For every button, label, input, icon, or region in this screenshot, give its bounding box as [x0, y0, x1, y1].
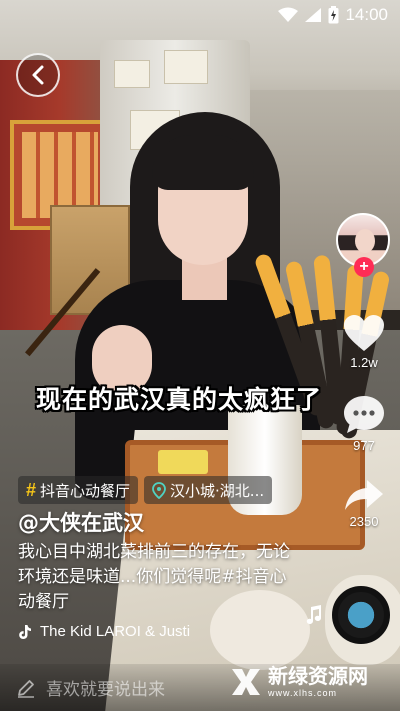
- tiktok-note-icon: [19, 624, 31, 639]
- watermark-url: www.xlhs.com: [268, 688, 338, 698]
- comment-count: 977: [353, 438, 375, 453]
- hashtag-chip[interactable]: # 抖音心动餐厅: [18, 476, 139, 504]
- wifi-icon: [278, 7, 299, 23]
- like-count: 1.2w: [350, 355, 378, 370]
- share-arrow-icon: [345, 480, 383, 510]
- heart-icon: [344, 315, 384, 351]
- location-pin-icon: [152, 481, 166, 499]
- tag-row: # 抖音心动餐厅 汉小城·湖北...: [18, 476, 273, 504]
- scene-food: [158, 450, 208, 474]
- hashtag-label: 抖音心动餐厅: [40, 481, 131, 500]
- author-name[interactable]: @大侠在武汉: [18, 507, 144, 537]
- chevron-left-icon: [32, 65, 44, 85]
- location-chip[interactable]: 汉小城·湖北...: [144, 476, 273, 504]
- video-caption: 现在的武汉真的太疯狂了: [36, 385, 323, 414]
- signal-icon: [304, 7, 322, 23]
- follow-button[interactable]: +: [354, 257, 374, 277]
- music-ticker[interactable]: The Kid LAROI & Justi: [18, 623, 233, 640]
- watermark-logo-icon: [232, 669, 260, 695]
- back-button[interactable]: [16, 53, 60, 97]
- comment-button[interactable]: 977: [328, 394, 400, 453]
- watermark: 新绿资源网 www.xlhs.com: [230, 666, 368, 698]
- like-button[interactable]: 1.2w: [328, 313, 400, 370]
- comment-bubble-icon: [344, 396, 384, 433]
- hashtag-icon: #: [26, 479, 37, 500]
- music-disc-button[interactable]: [332, 586, 390, 644]
- watermark-text: 新绿资源网 www.xlhs.com: [268, 666, 368, 698]
- author-avatar-button[interactable]: +: [336, 213, 390, 277]
- music-title: The Kid LAROI & Justi: [40, 623, 191, 640]
- pencil-icon: [18, 679, 34, 698]
- music-note-icon: [306, 605, 321, 624]
- person-bangs: [152, 135, 254, 190]
- share-button[interactable]: 2350: [328, 478, 400, 529]
- watermark-title: 新绿资源网: [268, 664, 368, 688]
- share-count: 2350: [349, 514, 379, 529]
- video-description[interactable]: 我心目中湖北菜排前三的存在，无论环境还是味道...你们觉得呢#抖音心动餐厅: [18, 540, 293, 615]
- location-label: 汉小城·湖北...: [170, 481, 265, 500]
- comment-placeholder: 喜欢就要说出来: [46, 680, 165, 700]
